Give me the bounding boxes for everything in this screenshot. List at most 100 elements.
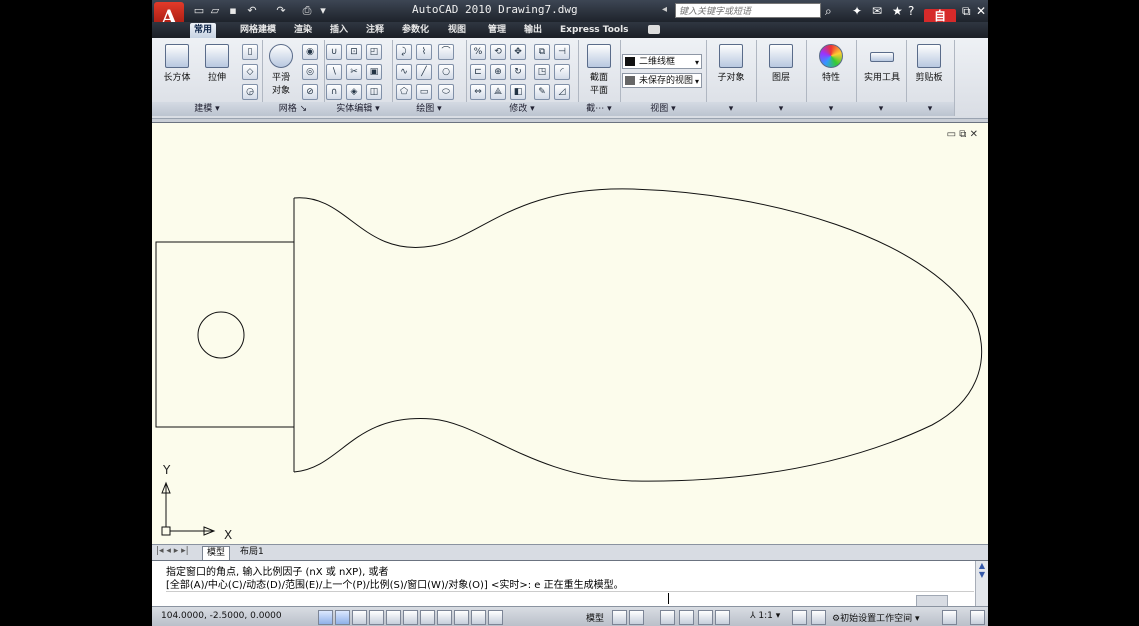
subtract-icon[interactable]: ∖ <box>326 64 342 80</box>
smooth-more-icon[interactable]: ◉ <box>302 44 318 60</box>
shell-icon[interactable]: ◫ <box>366 84 382 100</box>
showmotion-icon[interactable] <box>715 610 730 625</box>
open-file-icon[interactable]: ▱ <box>208 4 222 17</box>
polyline-icon[interactable]: ⤸ <box>396 44 412 60</box>
lock-ui-icon[interactable] <box>942 610 957 625</box>
offset-icon[interactable]: ◳ <box>534 64 550 80</box>
subobject-expand-icon[interactable]: ▾ <box>706 102 756 116</box>
erase-icon[interactable]: ✎ <box>534 84 550 100</box>
tab-insert[interactable]: 插入 <box>326 23 352 38</box>
pan-icon[interactable] <box>660 610 675 625</box>
box-button[interactable]: 长方体 <box>160 44 194 83</box>
thicken-icon[interactable]: ◈ <box>346 84 362 100</box>
panel-label-solid-editing[interactable]: 实体编辑 ▾ <box>324 102 392 116</box>
utilities-expand-icon[interactable]: ▾ <box>856 102 906 116</box>
properties-button[interactable]: 特性 <box>814 44 848 83</box>
section-plane-button[interactable]: 截面 平面 <box>582 44 616 96</box>
array-icon[interactable]: ⊕ <box>490 64 506 80</box>
spline-icon[interactable]: ∿ <box>396 64 412 80</box>
separate-icon[interactable]: ⊡ <box>346 44 362 60</box>
command-scrollbar[interactable]: ▲ ▼ <box>975 561 988 607</box>
intersect-icon[interactable]: ∩ <box>326 84 342 100</box>
visual-style-dropdown[interactable]: 二维线框 ▾ <box>622 54 702 69</box>
helix-icon[interactable]: ⌇ <box>416 44 432 60</box>
rectangle-icon[interactable]: ▭ <box>416 84 432 100</box>
handle-rectangle[interactable] <box>155 241 295 428</box>
ellipse-icon[interactable]: ⬭ <box>438 84 454 100</box>
mirror-icon[interactable]: ⇔ <box>470 84 486 100</box>
polar-tracking-icon[interactable] <box>369 610 384 625</box>
panel-label-modify[interactable]: 修改 ▾ <box>466 102 578 116</box>
rotate-icon[interactable]: ↻ <box>510 64 526 80</box>
move-icon[interactable]: ✥ <box>510 44 526 60</box>
new-file-icon[interactable]: ▭ <box>192 4 206 17</box>
model-space-button[interactable]: 模型 <box>586 611 604 624</box>
object-snap-icon[interactable] <box>386 610 401 625</box>
extract-edges-icon[interactable]: ◰ <box>366 44 382 60</box>
layers-expand-icon[interactable]: ▾ <box>756 102 806 116</box>
panel-label-modeling[interactable]: 建模 ▾ <box>152 102 262 116</box>
explode-icon[interactable]: ⟁ <box>490 84 506 100</box>
chamfer-icon[interactable]: ◿ <box>554 84 570 100</box>
panel-label-section[interactable]: 截⋯ ▾ <box>578 102 620 116</box>
help-icon[interactable]: ? <box>908 4 914 18</box>
search-input[interactable] <box>675 3 821 18</box>
stretch-icon[interactable]: ◧ <box>510 84 526 100</box>
clipboard-button[interactable]: 剪贴板 <box>912 44 946 83</box>
ribbon-minimize-icon[interactable] <box>648 25 660 34</box>
clean-screen-icon[interactable] <box>970 610 985 625</box>
grid-display-icon[interactable] <box>335 610 350 625</box>
saved-view-dropdown[interactable]: 未保存的视图 ▾ <box>622 73 702 88</box>
tab-parametric[interactable]: 参数化 <box>398 23 433 38</box>
favorites-star-icon[interactable]: ★ <box>892 4 903 18</box>
union-icon[interactable]: ∪ <box>326 44 342 60</box>
auto-scale-icon[interactable] <box>811 610 826 625</box>
extrude-faces-icon[interactable]: ▣ <box>366 64 382 80</box>
tab-view[interactable]: 视图 <box>444 23 470 38</box>
align-icon[interactable]: ⊏ <box>470 64 486 80</box>
clipboard-expand-icon[interactable]: ▾ <box>906 102 954 116</box>
fillet-icon[interactable]: ◜ <box>554 64 570 80</box>
tab-annotate[interactable]: 注释 <box>362 23 388 38</box>
polygon-icon[interactable]: ⬠ <box>396 84 412 100</box>
undo-icon[interactable]: ↶ <box>245 4 259 17</box>
workspace-switch[interactable]: ⚙初始设置工作空间 ▾ <box>832 611 919 624</box>
tab-layout1[interactable]: 布局1 <box>236 546 268 559</box>
scale-icon[interactable]: % <box>470 44 486 60</box>
annotation-visibility-icon[interactable] <box>792 610 807 625</box>
menu-dropdown-icon[interactable]: ◂ <box>662 4 667 15</box>
line-icon[interactable]: ╱ <box>416 64 432 80</box>
extrude-button[interactable]: 拉伸 <box>200 44 234 83</box>
3d-object-snap-icon[interactable] <box>403 610 418 625</box>
command-input[interactable] <box>166 591 974 606</box>
scroll-down-icon[interactable]: ▼ <box>976 570 988 579</box>
tab-home[interactable]: 常用 <box>190 23 217 38</box>
utilities-button[interactable]: 实用工具 <box>860 44 904 83</box>
panel-label-draw[interactable]: 绘图 ▾ <box>392 102 466 116</box>
refine-mesh-icon[interactable]: ◎ <box>302 64 318 80</box>
redo-icon[interactable]: ↷ <box>274 4 288 17</box>
panel-label-view[interactable]: 视图 ▾ <box>620 102 706 116</box>
quick-access-dropdown-icon[interactable]: ▾ <box>316 4 330 17</box>
properties-expand-icon[interactable]: ▾ <box>806 102 856 116</box>
presspull-icon[interactable]: ◇ <box>242 64 258 80</box>
tab-model[interactable]: 模型 <box>202 546 231 560</box>
binoculars-icon[interactable]: ⌕ <box>825 4 832 18</box>
ducs-icon[interactable] <box>437 610 452 625</box>
tab-manage[interactable]: 管理 <box>484 23 510 38</box>
restore-window-icon[interactable]: ⧉ <box>962 4 971 18</box>
scroll-up-icon[interactable]: ▲ <box>976 561 988 570</box>
polysolid-icon[interactable]: ▯ <box>242 44 258 60</box>
revolve-icon[interactable]: ◶ <box>242 84 258 100</box>
quick-properties-icon[interactable] <box>488 610 503 625</box>
circle-icon[interactable]: ○ <box>438 64 454 80</box>
rotate-3d-icon[interactable]: ⟲ <box>490 44 506 60</box>
lineweight-icon[interactable] <box>471 610 486 625</box>
layout-nav-arrows[interactable]: |◂ ◂ ▸ ▸| <box>156 546 189 556</box>
zoom-icon[interactable] <box>679 610 694 625</box>
trim-icon[interactable]: ⊣ <box>554 44 570 60</box>
ortho-mode-icon[interactable] <box>352 610 367 625</box>
drawing-viewport[interactable]: ▭ ⧉ ✕ Y X <box>152 122 988 545</box>
panel-label-mesh[interactable]: 网格 ↘ <box>262 102 324 116</box>
save-icon[interactable]: ▪ <box>226 4 240 17</box>
